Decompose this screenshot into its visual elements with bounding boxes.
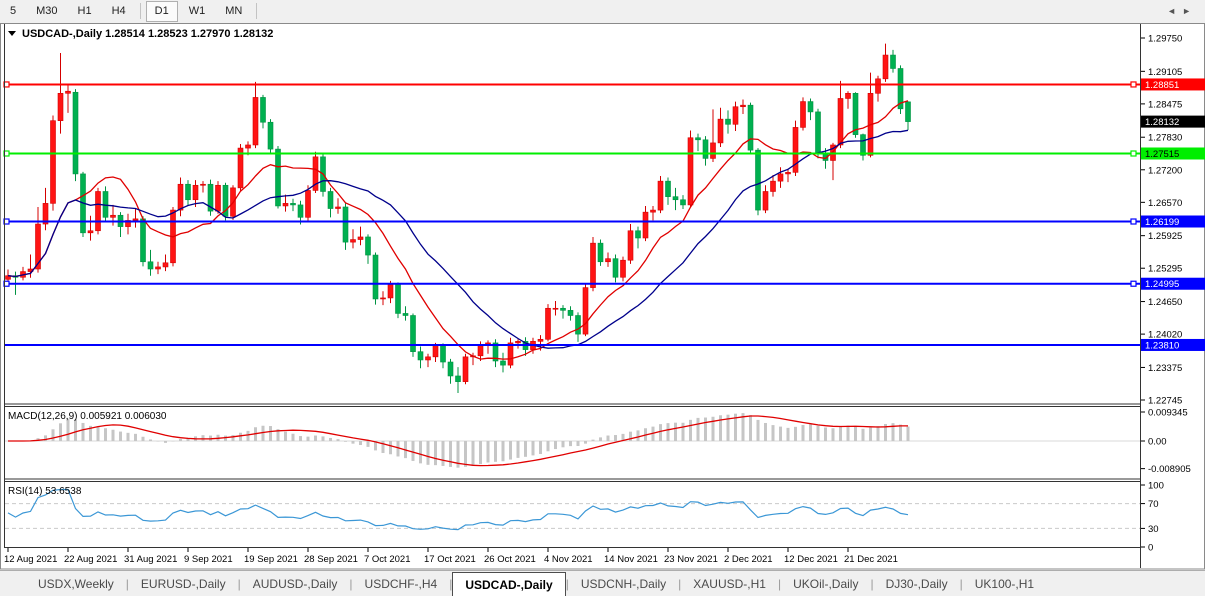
rsi-axis-label: 70 bbox=[1148, 499, 1159, 510]
rsi-axis-label: 0 bbox=[1148, 543, 1153, 554]
price-tick-label: 1.27830 bbox=[1148, 133, 1182, 144]
price-tick-label: 1.24650 bbox=[1148, 297, 1182, 308]
rsi-axis-label: 100 bbox=[1148, 481, 1164, 492]
chart-tab-ukoil-daily[interactable]: UKOil-,Daily bbox=[781, 571, 870, 596]
chart-tab-usdcad-daily[interactable]: USDCAD-,Daily bbox=[452, 572, 566, 596]
price-tick-label: 1.26570 bbox=[1148, 198, 1182, 209]
hline-handle-right[interactable] bbox=[1130, 150, 1137, 157]
trading-terminal-window: 5 M30 H1 H4 D1 W1 MN USDCAD-,Daily 1.28514 1.2… bbox=[0, 0, 1205, 596]
price-badge-label: 1.27515 bbox=[1145, 149, 1179, 160]
price-tick-label: 1.28475 bbox=[1148, 99, 1182, 110]
timeframe-toolbar: 5 M30 H1 H4 D1 W1 MN bbox=[0, 0, 1205, 22]
date-label: 12 Dec 2021 bbox=[784, 554, 838, 565]
chart-tab-dj30-daily[interactable]: DJ30-,Daily bbox=[874, 571, 960, 596]
price-tick-label: 1.29105 bbox=[1148, 67, 1182, 78]
date-label: 22 Aug 2021 bbox=[64, 554, 117, 565]
price-tick-label: 1.24020 bbox=[1148, 330, 1182, 341]
price-tick-label: 1.25925 bbox=[1148, 231, 1182, 242]
macd-label: MACD(12,26,9) 0.005921 0.006030 bbox=[8, 411, 167, 422]
rsi-axis-label: 30 bbox=[1148, 524, 1159, 535]
date-label: 12 Aug 2021 bbox=[4, 554, 57, 565]
chart-tab-usdchf-h4[interactable]: USDCHF-,H4 bbox=[353, 571, 450, 596]
chart-tabbar: USDX,Weekly | EURUSD-,Daily | AUDUSD-,Daily |… bbox=[0, 570, 1205, 596]
toolbar-separator bbox=[256, 3, 258, 19]
chart-canvas[interactable]: USDCAD-,Daily 1.28514 1.28523 1.27970 1.… bbox=[0, 23, 1205, 570]
price-badge-label: 1.24995 bbox=[1145, 279, 1179, 290]
timeframe-button-h4[interactable]: H4 bbox=[103, 1, 135, 22]
hline-handle-right[interactable] bbox=[1130, 218, 1137, 225]
timeframe-button-mn[interactable]: MN bbox=[216, 1, 251, 22]
rsi-label: RSI(14) 53.6538 bbox=[8, 486, 82, 497]
date-label: 23 Nov 2021 bbox=[664, 554, 718, 565]
tab-scroll-right-icon[interactable]: ► bbox=[1182, 6, 1197, 16]
hline-handle-right[interactable] bbox=[1130, 81, 1137, 88]
date-label: 21 Dec 2021 bbox=[844, 554, 898, 565]
tab-scroll-arrows: ◄► bbox=[1167, 6, 1197, 16]
price-tick-label: 1.29750 bbox=[1148, 34, 1182, 45]
price-badge-label: 1.28851 bbox=[1145, 80, 1179, 91]
date-label: 2 Dec 2021 bbox=[724, 554, 773, 565]
toolbar-separator bbox=[139, 3, 141, 19]
tab-scroll-left-icon[interactable]: ◄ bbox=[1167, 6, 1182, 16]
price-badge-label: 1.23810 bbox=[1145, 340, 1179, 351]
date-label: 26 Oct 2021 bbox=[484, 554, 536, 565]
macd-axis-label: -0.008905 bbox=[1148, 464, 1191, 475]
chart-tab-usdx-weekly[interactable]: USDX,Weekly bbox=[26, 571, 126, 596]
timeframe-button-m30[interactable]: M30 bbox=[27, 1, 66, 22]
macd-axis-label: 0.009345 bbox=[1148, 408, 1188, 419]
date-label: 7 Oct 2021 bbox=[364, 554, 410, 565]
chart-tab-xauusd-h1[interactable]: XAUUSD-,H1 bbox=[681, 571, 778, 596]
chart-window: USDCAD-,Daily 1.28514 1.28523 1.27970 1.… bbox=[0, 23, 1205, 570]
date-label: 17 Oct 2021 bbox=[424, 554, 476, 565]
chart-tab-uk100-h1[interactable]: UK100-,H1 bbox=[963, 571, 1046, 596]
price-tick-label: 1.23375 bbox=[1148, 363, 1182, 374]
timeframe-button-w1[interactable]: W1 bbox=[180, 1, 215, 22]
price-tick-label: 1.22745 bbox=[1148, 396, 1182, 407]
chart-tab-audusd-daily[interactable]: AUDUSD-,Daily bbox=[241, 571, 350, 596]
price-badge-label: 1.26199 bbox=[1145, 217, 1179, 228]
timeframe-button-5[interactable]: 5 bbox=[1, 1, 25, 22]
macd-axis-label: 0.00 bbox=[1148, 437, 1167, 448]
date-label: 19 Sep 2021 bbox=[244, 554, 298, 565]
timeframe-button-d1[interactable]: D1 bbox=[145, 0, 178, 22]
date-label: 28 Sep 2021 bbox=[304, 554, 358, 565]
price-tick-label: 1.25295 bbox=[1148, 264, 1182, 275]
chart-tab-eurusd-daily[interactable]: EURUSD-,Daily bbox=[129, 571, 238, 596]
date-label: 31 Aug 2021 bbox=[124, 554, 177, 565]
timeframe-button-h1[interactable]: H1 bbox=[69, 1, 101, 22]
chart-tab-usdcnh-daily[interactable]: USDCNH-,Daily bbox=[569, 571, 678, 596]
price-badge-label: 1.28132 bbox=[1145, 117, 1179, 128]
date-label: 4 Nov 2021 bbox=[544, 554, 593, 565]
date-label: 14 Nov 2021 bbox=[604, 554, 658, 565]
chart-title: USDCAD-,Daily 1.28514 1.28523 1.27970 1.… bbox=[22, 28, 273, 40]
hline-handle-right[interactable] bbox=[1130, 280, 1137, 287]
date-label: 9 Sep 2021 bbox=[184, 554, 233, 565]
price-tick-label: 1.27200 bbox=[1148, 165, 1182, 176]
